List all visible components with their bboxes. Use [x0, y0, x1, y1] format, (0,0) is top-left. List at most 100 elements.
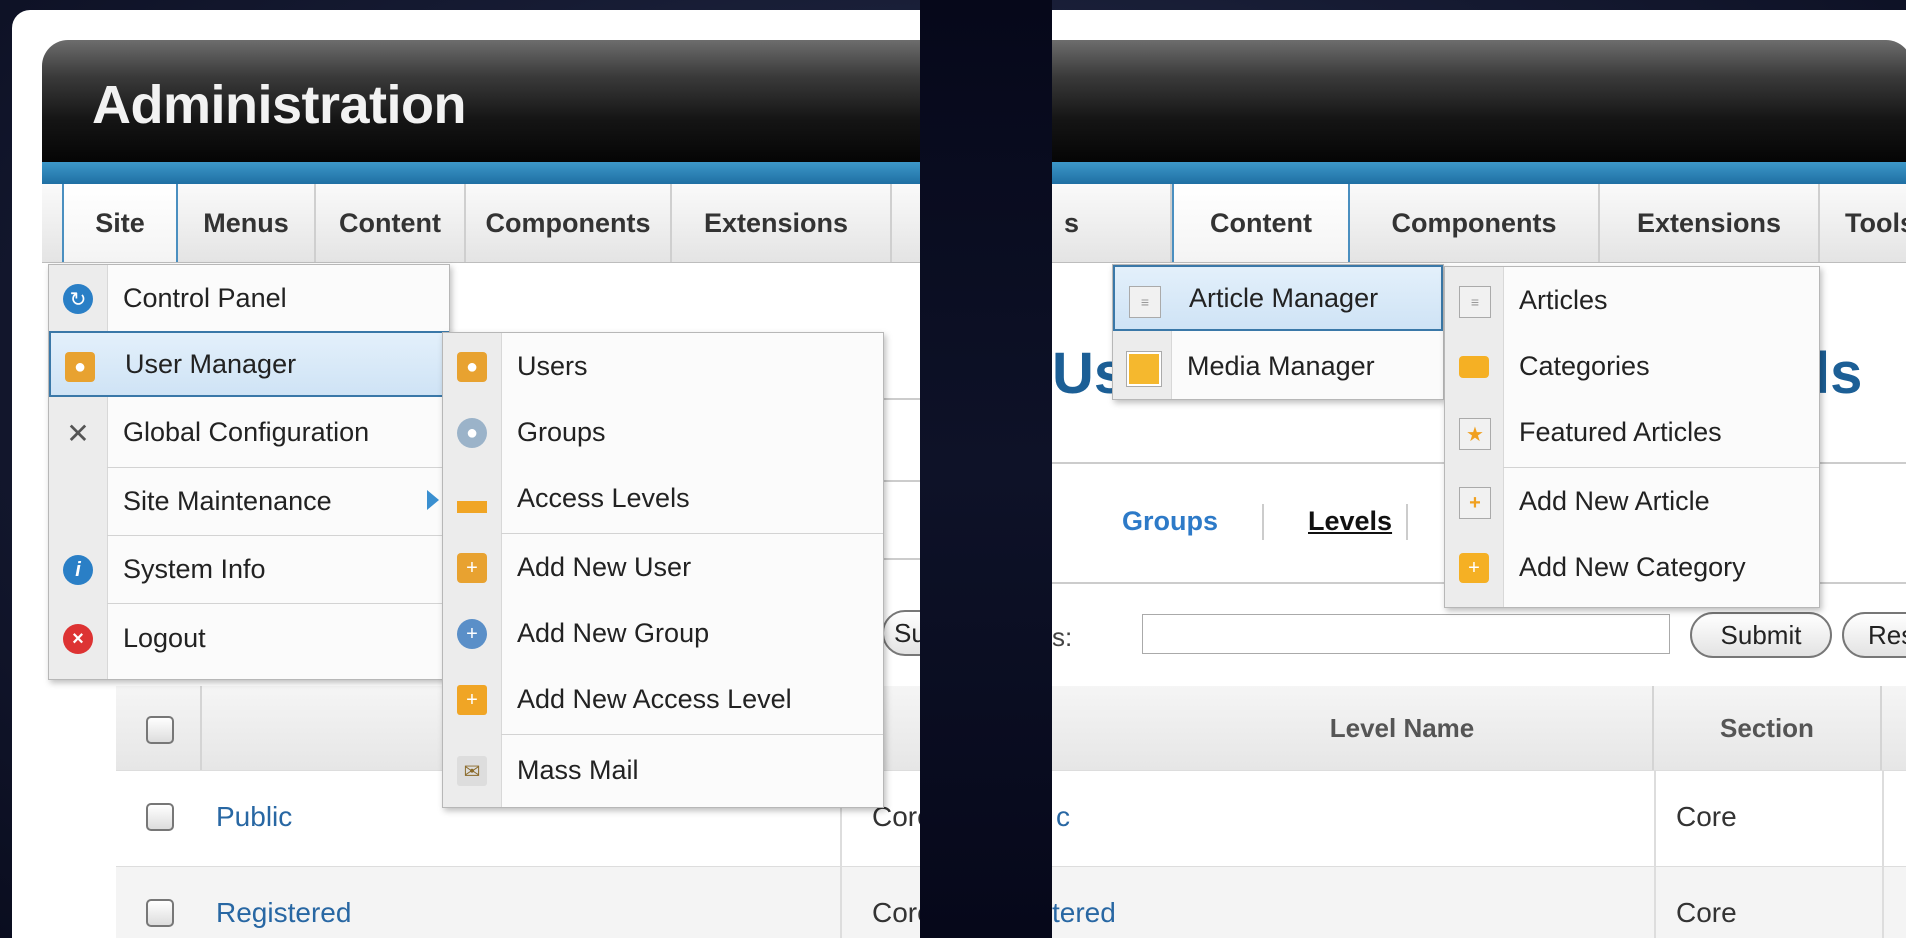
level-name-column-header[interactable]: Level Name	[1052, 686, 1654, 770]
row-checkbox[interactable]	[146, 803, 174, 831]
articles-icon: ≡	[1459, 286, 1491, 318]
level-name-link[interactable]: c	[1056, 801, 1070, 833]
info-icon: i	[63, 555, 93, 585]
filter-label: s:	[1052, 622, 1073, 652]
menu-item-articles[interactable]: ≡ Articles	[1445, 267, 1819, 333]
section-cell: Core	[872, 897, 920, 928]
submit-button[interactable]: Submit	[1690, 612, 1832, 658]
menu-item-label: Groups	[517, 416, 606, 447]
menu-item-label: User Manager	[125, 348, 297, 379]
right-screenshot-panel: Administration s Content Components Exte…	[1052, 10, 1906, 938]
menu-item-site-maintenance[interactable]: Site Maintenance	[49, 468, 449, 534]
menu-item-label: Featured Articles	[1519, 416, 1722, 447]
add-category-icon: +	[1459, 553, 1489, 583]
menu-item-groups[interactable]: ● Groups	[443, 399, 883, 465]
menu-item-label: Categories	[1519, 350, 1650, 381]
menu-item-add-new-user[interactable]: + Add New User	[443, 534, 883, 600]
menu-item-categories[interactable]: Categories	[1445, 333, 1819, 399]
menu-components[interactable]: Components	[1350, 184, 1600, 262]
table-row: c Core	[1052, 770, 1906, 867]
menu-item-article-manager[interactable]: ≡ Article Manager	[1113, 265, 1443, 331]
accent-bar	[42, 162, 920, 184]
menu-item-label: Media Manager	[1187, 350, 1375, 381]
row-checkbox[interactable]	[146, 899, 174, 927]
menu-item-add-new-group[interactable]: + Add New Group	[443, 600, 883, 666]
user-manager-icon: ●	[65, 352, 95, 382]
menu-menus[interactable]: Menus	[178, 184, 316, 262]
logout-icon: ×	[63, 624, 93, 654]
content-dropdown-menu: ≡ Article Manager Media Manager	[1112, 264, 1444, 400]
subtab-groups[interactable]: Groups	[1122, 506, 1218, 537]
level-name-link[interactable]: tered	[1052, 897, 1116, 929]
menu-site[interactable]: Site	[62, 184, 178, 262]
groups-icon: ●	[457, 418, 487, 448]
menu-item-label: Access Levels	[517, 482, 690, 513]
admin-header: Administration	[42, 40, 920, 162]
mass-mail-icon: ✉	[457, 756, 487, 786]
menu-item-label: Control Panel	[123, 282, 287, 313]
left-screenshot-panel: Administration Site Menus Content Compon…	[12, 10, 920, 938]
admin-header: Administration	[1052, 40, 1906, 162]
subtab-levels[interactable]: Levels	[1308, 506, 1392, 537]
level-name-link[interactable]: Public	[216, 801, 292, 833]
menu-item-system-info[interactable]: i System Info	[49, 536, 449, 602]
level-name-link[interactable]: Registered	[216, 897, 351, 929]
reset-button[interactable]: Reset	[1842, 612, 1906, 658]
menu-content[interactable]: Content	[316, 184, 466, 262]
add-article-icon: +	[1459, 487, 1491, 519]
menu-item-label: Users	[517, 350, 588, 381]
select-all-checkbox[interactable]	[146, 716, 174, 744]
menu-item-add-new-access-level[interactable]: + Add New Access Level	[443, 666, 883, 732]
menu-content[interactable]: Content	[1172, 184, 1350, 262]
column-divider	[1882, 770, 1884, 938]
menu-extensions[interactable]: Extensions	[1600, 184, 1820, 262]
menu-item-media-manager[interactable]: Media Manager	[1113, 333, 1443, 399]
menu-item-mass-mail[interactable]: ✉ Mass Mail	[443, 737, 883, 803]
menu-tools[interactable]: Tools	[1820, 184, 1906, 262]
column-divider	[1654, 770, 1656, 938]
menu-item-label: Mass Mail	[517, 754, 639, 785]
menu-item-label: Global Configuration	[123, 416, 370, 447]
menu-item-access-levels[interactable]: Access Levels	[443, 465, 883, 531]
table-row: Registered Core	[116, 866, 920, 938]
menu-item-label: Add New Category	[1519, 551, 1746, 582]
menu-item-user-manager[interactable]: ● User Manager	[49, 331, 449, 397]
subtab-separator	[1406, 504, 1408, 540]
user-manager-submenu: ● Users ● Groups Access Levels + Add New…	[442, 332, 884, 808]
main-menubar: s Content Components Extensions Tools	[1052, 184, 1906, 263]
section-cell: Core	[1676, 801, 1737, 832]
menu-extensions[interactable]: Extensions	[672, 184, 892, 262]
split-divider	[920, 0, 1052, 938]
menu-item-label: Add New Group	[517, 617, 710, 648]
section-cell: Core	[1676, 897, 1737, 928]
menu-components[interactable]: Components	[466, 184, 672, 262]
categories-icon	[1459, 356, 1489, 378]
menu-item-add-new-category[interactable]: + Add New Category	[1445, 534, 1819, 600]
add-user-icon: +	[457, 553, 487, 583]
submenu-arrow-icon	[427, 490, 439, 510]
control-panel-icon: ↻	[63, 284, 93, 314]
menu-separator	[107, 603, 449, 604]
page-title-fragment: ls	[1814, 341, 1863, 406]
menu-item-control-panel[interactable]: ↻ Control Panel	[49, 265, 449, 331]
submit-button[interactable]: Sub	[882, 610, 920, 656]
search-input[interactable]	[1142, 614, 1670, 654]
menu-item-add-new-article[interactable]: + Add New Article	[1445, 468, 1819, 534]
site-dropdown-menu: ↻ Control Panel ● User Manager ✕ Global …	[48, 264, 450, 680]
article-manager-submenu: ≡ Articles Categories ★ Featured Article…	[1444, 266, 1820, 608]
menu-fragment[interactable]: s	[1052, 184, 1172, 262]
users-icon: ●	[457, 352, 487, 382]
access-levels-icon	[457, 501, 487, 513]
menu-item-logout[interactable]: × Logout	[49, 605, 449, 671]
menu-item-featured-articles[interactable]: ★ Featured Articles	[1445, 399, 1819, 465]
menu-item-users[interactable]: ● Users	[443, 333, 883, 399]
menu-item-label: Add New User	[517, 551, 692, 582]
menu-item-label: Add New Article	[1519, 485, 1710, 516]
menu-item-global-configuration[interactable]: ✕ Global Configuration	[49, 399, 449, 465]
menu-item-label: Logout	[123, 622, 206, 653]
global-config-icon: ✕	[66, 417, 90, 449]
menu-item-label: Article Manager	[1189, 282, 1379, 313]
menu-item-label: System Info	[123, 553, 266, 584]
section-column-header[interactable]: Section	[1654, 686, 1882, 770]
accent-bar	[1052, 162, 1906, 184]
